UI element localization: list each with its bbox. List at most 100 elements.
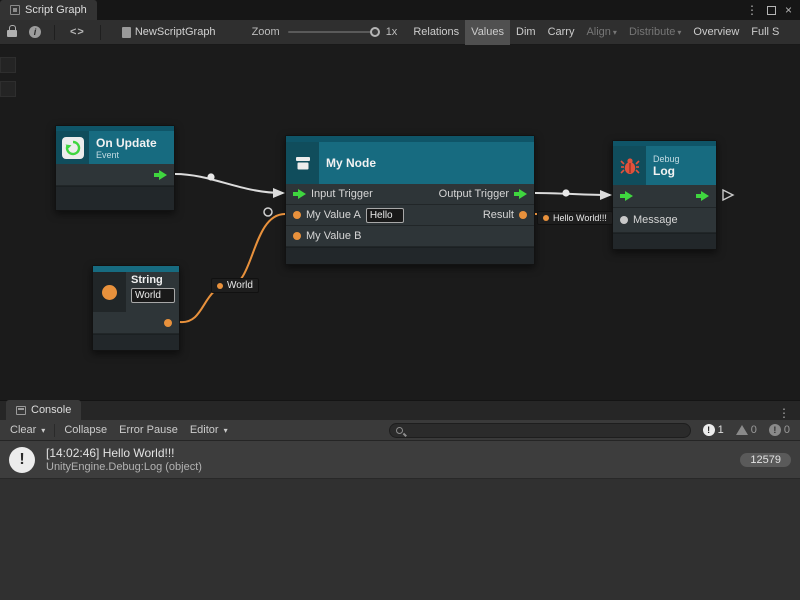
wire-arrowhead — [600, 190, 612, 200]
search-icon — [396, 427, 403, 434]
console-panel: Console ⋮ Clear▾ Collapse Error Pause Ed… — [0, 400, 800, 600]
value-input-port[interactable] — [293, 232, 301, 240]
flow-output-port[interactable] — [154, 170, 167, 180]
window-tab-bar: Script Graph ⋮ × — [0, 0, 800, 20]
string-icon — [93, 272, 126, 312]
chevron-down-icon: ▾ — [677, 28, 681, 37]
unity-editor-window: Script Graph ⋮ × i <> NewScriptGraph Zoo… — [0, 0, 800, 600]
tab-label: Console — [31, 404, 71, 416]
node-title: On Update — [96, 136, 157, 150]
wire-value-label: World — [211, 278, 259, 293]
port-label: My Value B — [306, 230, 361, 242]
node-debug-log[interactable]: Debug Log Message — [612, 140, 717, 250]
info-log-icon: ! — [9, 447, 35, 473]
bug-icon — [613, 146, 646, 185]
collapse-button[interactable]: Collapse — [58, 424, 113, 436]
flow-output-port[interactable] — [514, 189, 527, 199]
wire-arrowhead — [273, 188, 285, 198]
carry-button[interactable]: Carry — [542, 20, 581, 45]
string-value-field[interactable] — [131, 288, 175, 303]
distribute-button[interactable]: Distribute▾ — [623, 20, 687, 45]
node-footer — [286, 247, 534, 264]
node-header: String — [93, 272, 179, 312]
kebab-menu-icon[interactable]: ⋮ — [746, 3, 758, 17]
my-value-a-field[interactable] — [366, 208, 404, 223]
port-row: Input Trigger Output Trigger — [286, 184, 534, 205]
zoom-slider[interactable] — [288, 31, 380, 33]
value-dot-icon — [543, 215, 549, 221]
console-counters: ! 1 0 ! 0 — [697, 424, 796, 436]
port-label: Output Trigger — [439, 188, 509, 200]
fullscreen-button[interactable]: Full S — [745, 20, 785, 45]
console-tab-bar: Console ⋮ — [0, 400, 800, 420]
dim-button[interactable]: Dim — [510, 20, 542, 45]
error-pause-button[interactable]: Error Pause — [113, 424, 184, 436]
console-toolbar: Clear▾ Collapse Error Pause Editor▾ ! 1 … — [0, 420, 800, 441]
code-icon[interactable]: <> — [70, 26, 85, 38]
unconnected-flow-triangle — [723, 190, 733, 200]
log-entry[interactable]: ! [14:02:46] Hello World!!! UnityEngine.… — [0, 441, 800, 479]
node-footer — [93, 334, 179, 350]
port-row: My Value A Result — [286, 205, 534, 226]
node-on-update[interactable]: On Update Event — [55, 125, 175, 211]
value-output-port[interactable] — [519, 211, 527, 219]
value-input-port[interactable] — [620, 216, 628, 224]
console-log-list[interactable]: ! [14:02:46] Hello World!!! UnityEngine.… — [0, 441, 800, 600]
info-icon[interactable]: i — [29, 26, 41, 38]
graph-asset-icon — [122, 27, 131, 38]
flow-output-port[interactable] — [696, 191, 709, 201]
info-count-toggle[interactable]: ! 1 — [697, 424, 730, 436]
chevron-down-icon: ▾ — [41, 426, 45, 435]
node-my-node[interactable]: My Node Input Trigger Output Trigger My … — [285, 135, 535, 265]
zoom-label: Zoom — [252, 26, 280, 38]
close-icon[interactable]: × — [785, 3, 792, 17]
editor-button[interactable]: Editor▾ — [184, 424, 234, 436]
value-input-port[interactable] — [293, 211, 301, 219]
clear-button[interactable]: Clear▾ — [4, 424, 51, 436]
warning-count-toggle[interactable]: 0 — [730, 424, 763, 436]
wire-dot — [562, 189, 569, 196]
node-subtitle: Event — [96, 150, 157, 160]
lock-icon[interactable] — [7, 30, 17, 37]
box-icon — [286, 142, 319, 184]
values-button[interactable]: Values — [465, 20, 510, 45]
align-button[interactable]: Align▾ — [580, 20, 622, 45]
value-output-port[interactable] — [164, 319, 172, 327]
port-row — [56, 164, 174, 186]
kebab-menu-icon[interactable]: ⋮ — [778, 406, 800, 420]
port-label: My Value A — [306, 209, 361, 221]
graph-canvas[interactable]: On Update Event — [0, 45, 800, 400]
maximize-icon[interactable] — [767, 6, 776, 15]
log-message: [14:02:46] Hello World!!! — [46, 446, 202, 460]
error-count-toggle[interactable]: ! 0 — [763, 424, 796, 436]
port-label: Result — [483, 209, 514, 221]
node-header: My Node — [286, 136, 534, 184]
canvas-panel-button[interactable] — [0, 57, 16, 73]
zoom-slider-handle[interactable] — [370, 27, 380, 37]
node-title: My Node — [326, 156, 376, 170]
canvas-panel-button[interactable] — [0, 81, 16, 97]
error-icon: ! — [769, 424, 781, 436]
search-input[interactable] — [407, 425, 684, 436]
relations-button[interactable]: Relations — [407, 20, 465, 45]
tab-script-graph[interactable]: Script Graph — [0, 0, 97, 20]
port-row: Message — [613, 208, 716, 233]
console-search[interactable] — [389, 423, 691, 438]
unconnected-port-circle — [264, 208, 272, 216]
node-subtitle: Debug — [653, 154, 680, 164]
flow-input-port[interactable] — [293, 189, 306, 199]
value-dot-icon — [217, 283, 223, 289]
chevron-down-icon: ▾ — [613, 28, 617, 37]
log-stacktrace: UnityEngine.Debug:Log (object) — [46, 461, 202, 473]
log-count-badge: 12579 — [740, 453, 791, 467]
port-label: Message — [633, 214, 678, 226]
graph-name[interactable]: NewScriptGraph — [135, 26, 216, 38]
node-string[interactable]: String — [92, 265, 180, 351]
tab-label: Script Graph — [25, 4, 87, 16]
separator — [54, 424, 55, 437]
wire-value-label: Hello World!!! — [537, 211, 613, 225]
port-row — [613, 185, 716, 208]
overview-button[interactable]: Overview — [687, 20, 745, 45]
tab-console[interactable]: Console — [6, 400, 81, 420]
flow-input-port[interactable] — [620, 191, 633, 201]
